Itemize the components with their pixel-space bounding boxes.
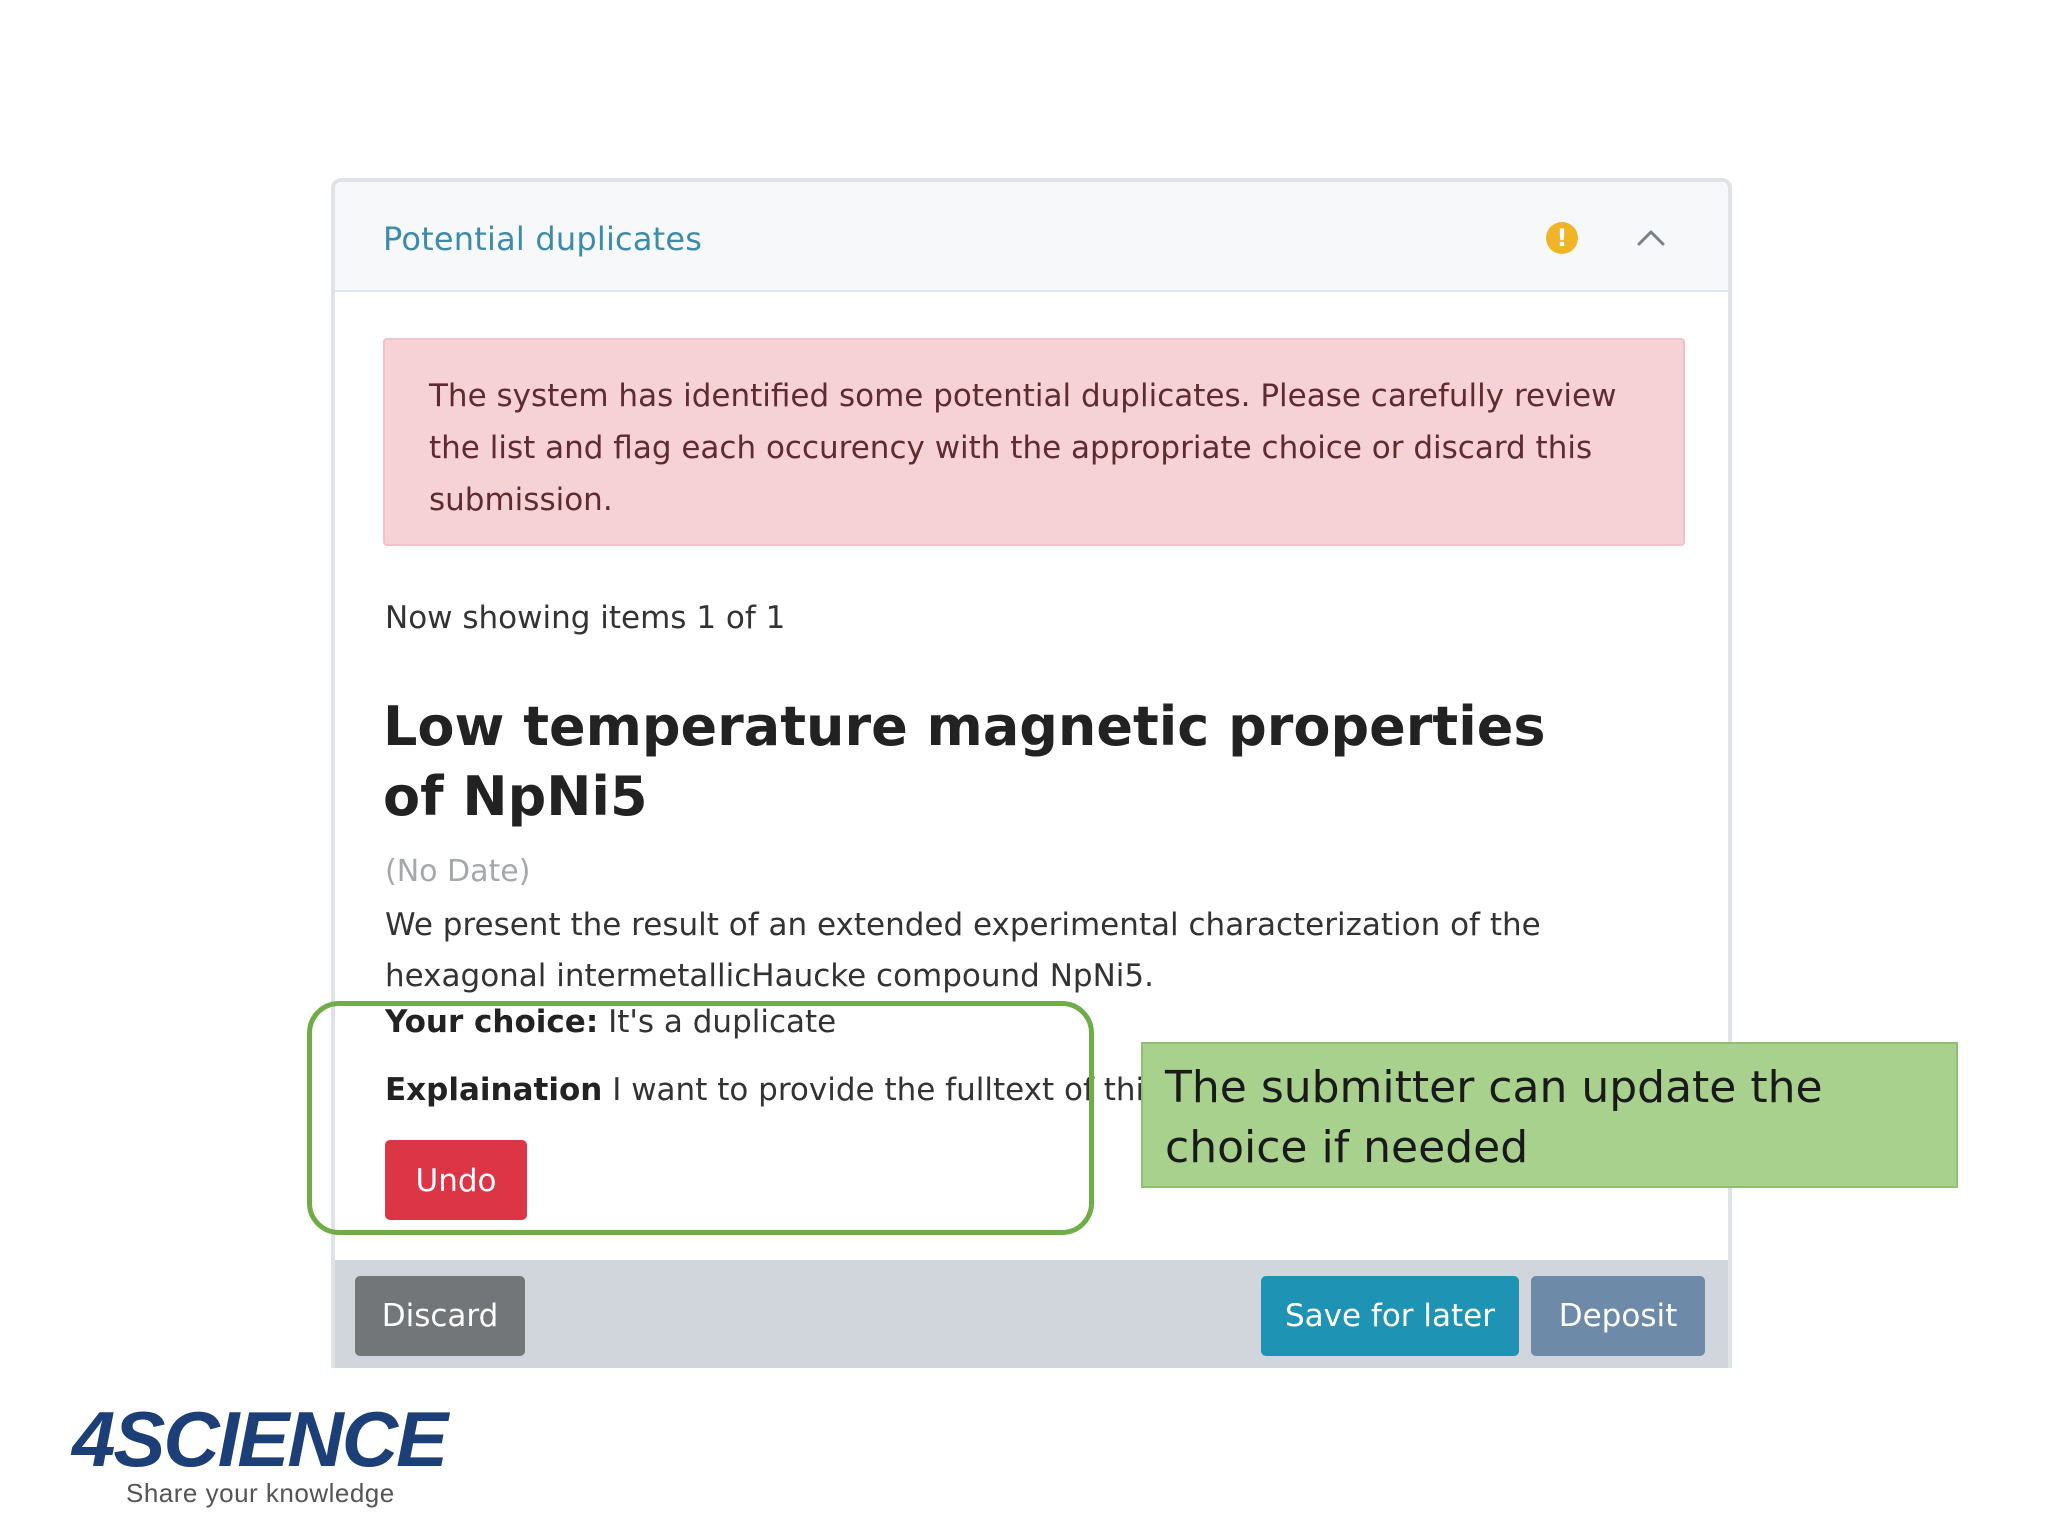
logo-tagline: Share your knowledge [126,1478,395,1508]
discard-button[interactable]: Discard [355,1276,525,1356]
item-title[interactable]: Low temperature magnetic properties of N… [383,692,1583,832]
panel-header[interactable]: Potential duplicates ! [335,182,1728,292]
item-abstract: We present the result of an extended exp… [385,907,1541,994]
company-logo: 4SCIENCE Share your knowledge [72,1394,472,1514]
panel-title: Potential duplicates [383,220,703,258]
chevron-up-icon[interactable] [1635,222,1667,254]
items-count-text: Now showing items 1 of 1 [385,600,786,636]
item-date: (No Date) [385,854,531,889]
duplicates-alert: The system has identified some potential… [383,338,1685,546]
logo-wordmark: 4SCIENCE [72,1395,448,1483]
deposit-button[interactable]: Deposit [1531,1276,1705,1356]
annotation-callout: The submitter can update the choice if n… [1141,1042,1958,1188]
save-for-later-button[interactable]: Save for later [1261,1276,1519,1356]
panel-footer: Discard Save for later Deposit [335,1260,1728,1368]
exclamation-circle-icon: ! [1546,222,1578,254]
annotation-highlight-box [307,1001,1094,1235]
